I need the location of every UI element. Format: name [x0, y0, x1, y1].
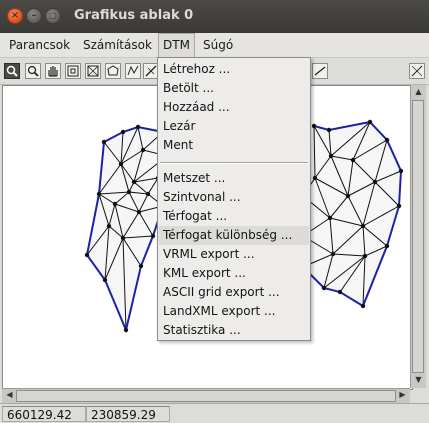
line-tool-button[interactable] — [312, 63, 328, 79]
tin-node — [330, 251, 336, 257]
tin-node — [360, 303, 366, 309]
zoom-window-tool-button[interactable] — [65, 63, 81, 79]
scroll-up-icon[interactable]: ▲ — [412, 86, 425, 99]
minimize-icon: – — [31, 10, 37, 21]
tin-node — [384, 137, 390, 143]
tin-node — [131, 179, 137, 185]
scroll-left-icon[interactable]: ◀ — [3, 389, 16, 402]
grid-tool-button[interactable] — [409, 63, 425, 79]
tin-node — [311, 123, 317, 129]
pan-icon — [48, 66, 58, 77]
zoom-window-icon — [67, 65, 79, 77]
tin-node — [84, 252, 90, 258]
title-bar[interactable]: × – □ Grafikus ablak 0 — [0, 0, 429, 33]
menu-szamitasok[interactable]: Számítások — [79, 33, 156, 57]
menu-parancsok[interactable]: Parancsok — [5, 33, 74, 57]
tin-node — [138, 263, 144, 269]
status-x-coordinate: 660129.42 — [2, 406, 86, 422]
zoom-all-tool-button[interactable] — [85, 63, 101, 79]
vertical-scrollbar[interactable]: ▲ ▼ — [410, 85, 426, 388]
tin-node — [360, 223, 366, 229]
section-icon — [145, 65, 157, 77]
tin-node — [362, 253, 368, 259]
tin-node — [312, 175, 318, 181]
tin-node — [372, 179, 378, 185]
menu-separator — [160, 162, 308, 164]
menu-item-hozzaad[interactable]: Hozzáad ... — [159, 98, 309, 117]
triangle-icon — [127, 65, 139, 76]
menu-item-vrml-export[interactable]: VRML export ... — [159, 245, 309, 264]
tin-node — [337, 289, 343, 295]
graphics-window: × – □ Grafikus ablak 0 Parancsok Számítá… — [0, 0, 429, 423]
menu-item-terfogat-kulonbseg[interactable]: Térfogat különbség ... — [159, 226, 309, 245]
maximize-button[interactable]: □ — [45, 8, 61, 24]
tin-node — [384, 243, 390, 249]
menu-dtm[interactable]: DTM — [158, 33, 195, 57]
horizontal-scroll-thumb[interactable] — [16, 390, 396, 402]
tin-node — [112, 201, 118, 207]
minimize-button[interactable]: – — [26, 8, 42, 24]
tin-node — [398, 168, 404, 174]
tin-node — [350, 157, 356, 163]
vertical-scroll-thumb[interactable] — [412, 100, 424, 373]
tin-node — [136, 209, 142, 215]
close-icon: × — [10, 10, 20, 21]
window-title: Grafikus ablak 0 — [74, 8, 194, 23]
tin-node — [321, 285, 327, 291]
triangle-tool-button[interactable] — [125, 63, 141, 79]
pan-tool-button[interactable] — [45, 63, 61, 79]
scroll-right-icon[interactable]: ▶ — [396, 389, 409, 402]
tin-node — [328, 153, 334, 159]
menu-item-ment[interactable]: Ment — [159, 136, 309, 155]
tin-node — [102, 277, 108, 283]
select-icon — [6, 65, 18, 77]
menu-item-ascii-grid-export[interactable]: ASCII grid export ... — [159, 283, 309, 302]
tin-node — [140, 147, 146, 153]
dtm-dropdown-menu: Létrehoz ... Betölt ... Hozzáad ... Lezá… — [157, 57, 311, 341]
menu-item-statisztika[interactable]: Statisztika ... — [159, 321, 309, 340]
zoom-all-icon — [87, 65, 99, 77]
tin-node — [135, 124, 141, 130]
tin-node — [106, 223, 112, 229]
tin-node — [345, 193, 351, 199]
scroll-down-icon[interactable]: ▼ — [412, 374, 425, 387]
polygon-icon — [107, 65, 119, 76]
tin-node — [326, 127, 332, 133]
menu-item-letrehoz[interactable]: Létrehoz ... — [159, 60, 309, 79]
menu-item-szintvonal[interactable]: Szintvonal ... — [159, 188, 309, 207]
menu-item-landxml-export[interactable]: LandXML export ... — [159, 302, 309, 321]
status-bar: 660129.42 230859.29 — [0, 403, 429, 423]
select-tool-button[interactable] — [4, 63, 20, 79]
polygon-tool-button[interactable] — [105, 63, 121, 79]
tin-node — [96, 191, 102, 197]
tin-node — [150, 233, 156, 239]
menu-item-betolt[interactable]: Betölt ... — [159, 79, 309, 98]
close-button[interactable]: × — [7, 8, 23, 24]
zoom-tool-button[interactable] — [25, 63, 41, 79]
tin-node — [118, 161, 124, 167]
tin-node — [396, 203, 402, 209]
menu-item-metszet[interactable]: Metszet ... — [159, 169, 309, 188]
menu-bar: Parancsok Számítások DTM Súgó — [0, 33, 429, 58]
maximize-icon: □ — [49, 11, 57, 20]
tin-node — [123, 327, 129, 333]
line-icon — [314, 66, 326, 76]
menu-sugo[interactable]: Súgó — [199, 33, 237, 57]
tin-node — [120, 235, 126, 241]
right-tin-area-fill — [303, 122, 401, 306]
zoom-icon — [27, 65, 39, 77]
menu-item-kml-export[interactable]: KML export ... — [159, 264, 309, 283]
status-y-coordinate: 230859.29 — [86, 406, 170, 422]
grid-icon — [411, 65, 423, 77]
horizontal-scrollbar[interactable]: ◀ ▶ — [2, 388, 410, 403]
tin-node — [367, 119, 373, 125]
tin-node — [126, 189, 132, 195]
tin-node — [327, 215, 333, 221]
menu-item-terfogat[interactable]: Térfogat ... — [159, 207, 309, 226]
tin-node — [120, 129, 126, 135]
menu-item-lezar[interactable]: Lezár — [159, 117, 309, 136]
tin-node — [101, 139, 107, 145]
tin-node — [145, 191, 151, 197]
